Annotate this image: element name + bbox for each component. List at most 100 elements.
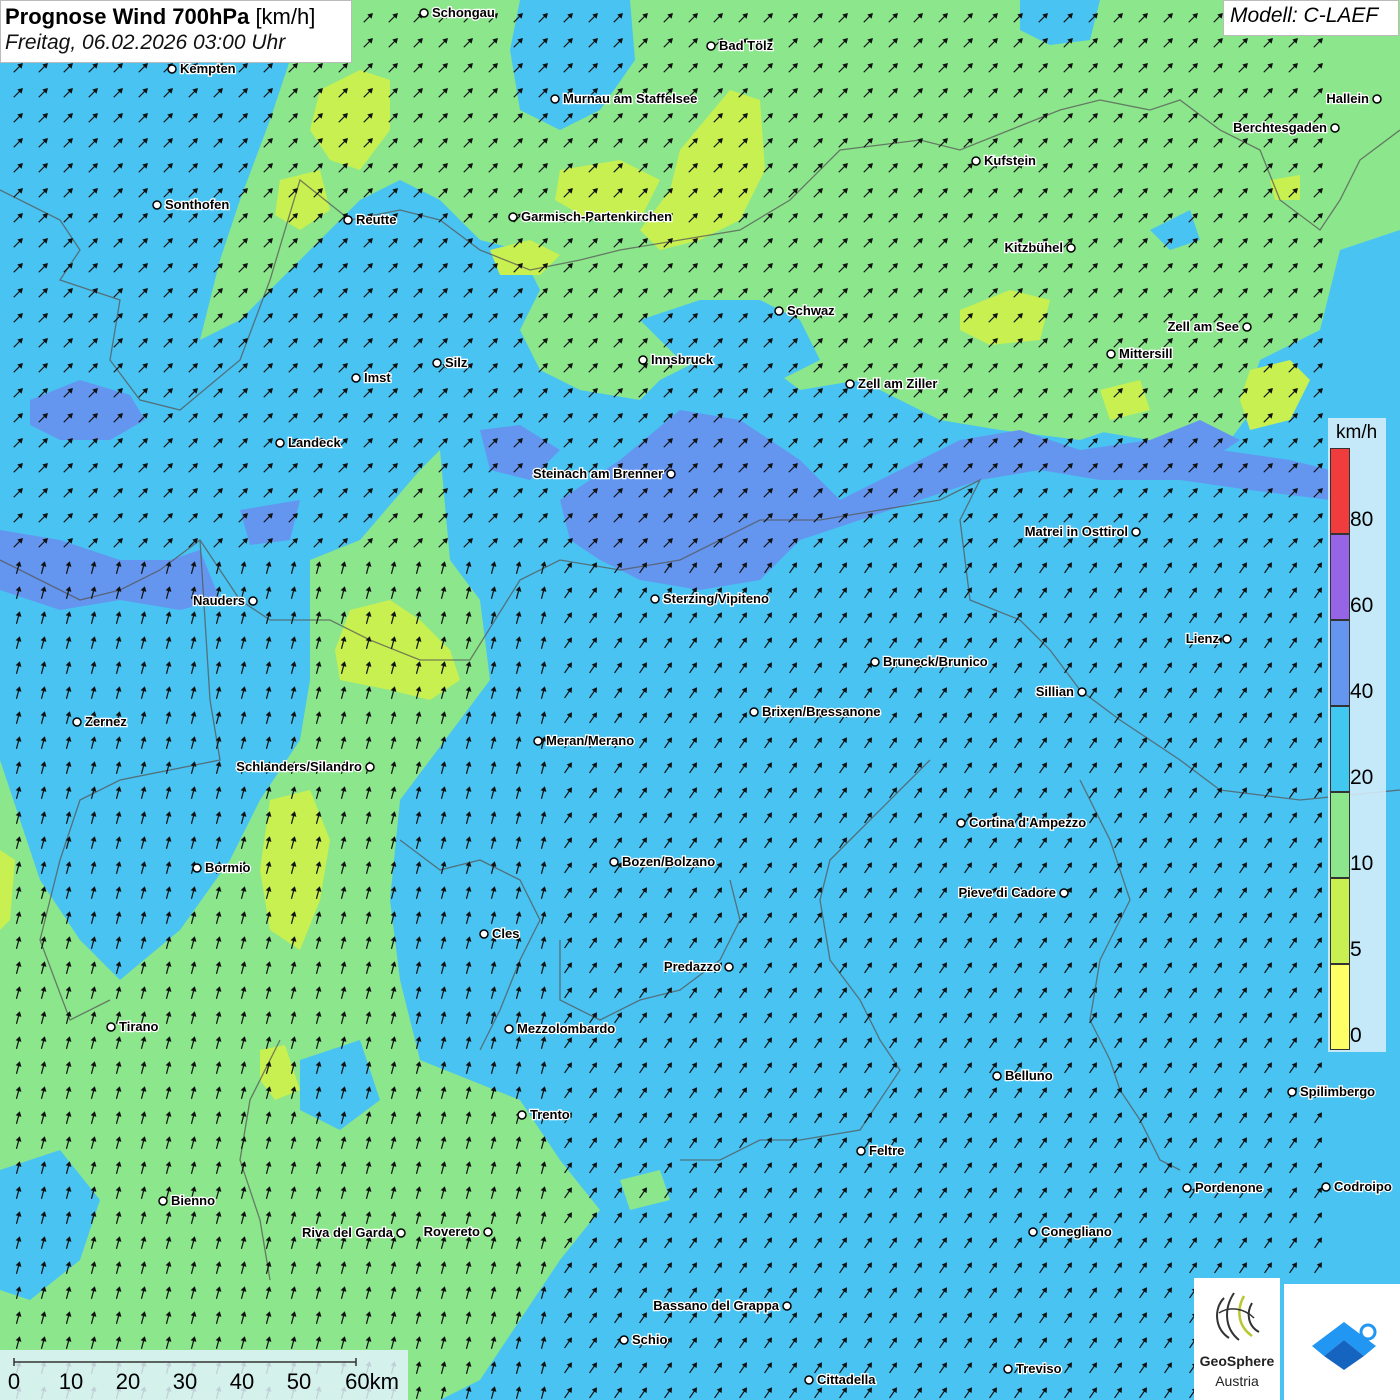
city-label: Steinach am Brenner <box>533 466 663 481</box>
city-label: Reutte <box>356 212 396 227</box>
legend-swatch <box>1330 964 1350 1050</box>
city-marker: Matrei in Osttirol <box>1023 523 1141 540</box>
city-dot-icon <box>749 707 759 717</box>
geosphere-logo[interactable]: GeoSphere Austria <box>1194 1278 1280 1400</box>
city-marker: Schlanders/Silandro <box>235 758 375 775</box>
geosphere-emblem-icon <box>1216 1292 1260 1341</box>
city-marker: Pieve di Cadore <box>957 884 1069 901</box>
city-marker: Bozen/Bolzano <box>609 853 716 870</box>
city-dot-icon <box>248 596 258 606</box>
city-label: Codroipo <box>1334 1179 1392 1194</box>
city-dot-icon <box>483 1227 493 1237</box>
legend-tick-label: 60 <box>1350 594 1374 617</box>
city-dot-icon <box>1003 1364 1013 1374</box>
city-label: Matrei in Osttirol <box>1025 524 1128 539</box>
city-label: Zernez <box>85 714 127 729</box>
legend-tick-label: 40 <box>1350 680 1374 703</box>
city-dot-icon <box>1028 1227 1038 1237</box>
app-logo[interactable] <box>1284 1284 1400 1400</box>
city-dot-icon <box>508 212 518 222</box>
city-marker: Garmisch-Partenkirchen <box>508 208 673 225</box>
city-dot-icon <box>72 717 82 727</box>
legend-tick-label: 5 <box>1350 938 1362 961</box>
city-marker: Schongau <box>419 4 496 21</box>
city-dot-icon <box>504 1024 514 1034</box>
title-box: Prognose Wind 700hPa [km/h] Freitag, 06.… <box>0 0 352 63</box>
city-label: Cles <box>492 926 519 941</box>
color-legend: km/h 0 5 10 20 40 60 80 <box>1328 418 1386 1052</box>
city-label: Sillian <box>1036 684 1074 699</box>
city-dot-icon <box>1059 888 1069 898</box>
city-label: Zell am Ziller <box>858 376 937 391</box>
scale-bar-label: 10 <box>58 1369 84 1394</box>
city-label: Predazzo <box>664 959 721 974</box>
city-label: Trento <box>530 1107 570 1122</box>
city-dot-icon <box>1287 1087 1297 1097</box>
logo-name-line1: GeoSphere <box>1199 1353 1275 1369</box>
city-dot-icon <box>517 1110 527 1120</box>
city-dot-icon <box>343 215 353 225</box>
city-label: Treviso <box>1016 1361 1062 1376</box>
city-marker: Cortina d'Ampezzo <box>956 814 1088 831</box>
city-dot-icon <box>479 929 489 939</box>
city-marker: Steinach am Brenner <box>532 465 676 482</box>
city-label: Riva del Garda <box>302 1225 394 1240</box>
city-label: Bad Tölz <box>719 38 774 53</box>
city-label: Feltre <box>869 1143 904 1158</box>
cloud-arrow-icon <box>1312 1322 1377 1370</box>
city-dot-icon <box>992 1071 1002 1081</box>
city-dot-icon <box>845 379 855 389</box>
city-label: Sterzing/Vipiteno <box>663 591 769 606</box>
city-marker: Berchtesgaden <box>1232 119 1340 136</box>
city-label: Cittadella <box>817 1372 876 1387</box>
city-dot-icon <box>351 373 361 383</box>
logo-name-line2: Austria <box>1215 1373 1259 1389</box>
city-dot-icon <box>706 41 716 51</box>
legend-tick-label: 80 <box>1350 508 1374 531</box>
scale-bar-label: 20 <box>115 1369 141 1394</box>
city-label: Schongau <box>432 5 495 20</box>
legend-swatch <box>1330 620 1350 706</box>
city-dot-icon <box>1131 527 1141 537</box>
title-main: Prognose Wind 700hPa <box>5 4 250 29</box>
legend-swatch <box>1330 448 1350 534</box>
legend-swatch <box>1330 534 1350 620</box>
city-dot-icon <box>365 762 375 772</box>
legend-swatch <box>1330 878 1350 964</box>
city-dot-icon <box>152 200 162 210</box>
city-dot-icon <box>774 306 784 316</box>
legend-swatch <box>1330 792 1350 878</box>
city-dot-icon <box>167 64 177 74</box>
city-dot-icon <box>1066 243 1076 253</box>
city-marker: Spilimbergo <box>1287 1083 1376 1100</box>
city-dot-icon <box>158 1196 168 1206</box>
city-dot-icon <box>650 594 660 604</box>
city-label: Pordenone <box>1195 1180 1263 1195</box>
city-label: Imst <box>364 370 391 385</box>
wind-map: Schongau Bad Tölz Kempten Murnau am Staffel… <box>0 0 1400 1400</box>
legend-tick-label: 0 <box>1350 1024 1362 1047</box>
forecast-time: Freitag, 06.02.2026 03:00 Uhr <box>5 31 286 55</box>
map-title: Prognose Wind 700hPa [km/h] <box>5 4 347 30</box>
city-label: Conegliano <box>1041 1224 1112 1239</box>
city-dot-icon <box>1321 1182 1331 1192</box>
city-dot-icon <box>1330 123 1340 133</box>
city-dot-icon <box>550 94 560 104</box>
city-label: Garmisch-Partenkirchen <box>521 209 672 224</box>
city-dot-icon <box>432 358 442 368</box>
city-dot-icon <box>666 469 676 479</box>
city-dot-icon <box>533 736 543 746</box>
city-label: Murnau am Staffelsee <box>563 91 697 106</box>
city-label: Sonthofen <box>165 197 229 212</box>
city-dot-icon <box>1182 1183 1192 1193</box>
city-label: Berchtesgaden <box>1233 120 1327 135</box>
city-label: Cortina d'Ampezzo <box>969 815 1086 830</box>
city-label: Schio <box>632 1332 667 1347</box>
city-label: Mezzolombardo <box>517 1021 615 1036</box>
city-label: Lienz <box>1186 631 1220 646</box>
city-label: Kufstein <box>984 153 1036 168</box>
city-dot-icon <box>1372 94 1382 104</box>
city-label: Brixen/Bressanone <box>762 704 881 719</box>
city-label: Spilimbergo <box>1300 1084 1375 1099</box>
city-dot-icon <box>106 1022 116 1032</box>
